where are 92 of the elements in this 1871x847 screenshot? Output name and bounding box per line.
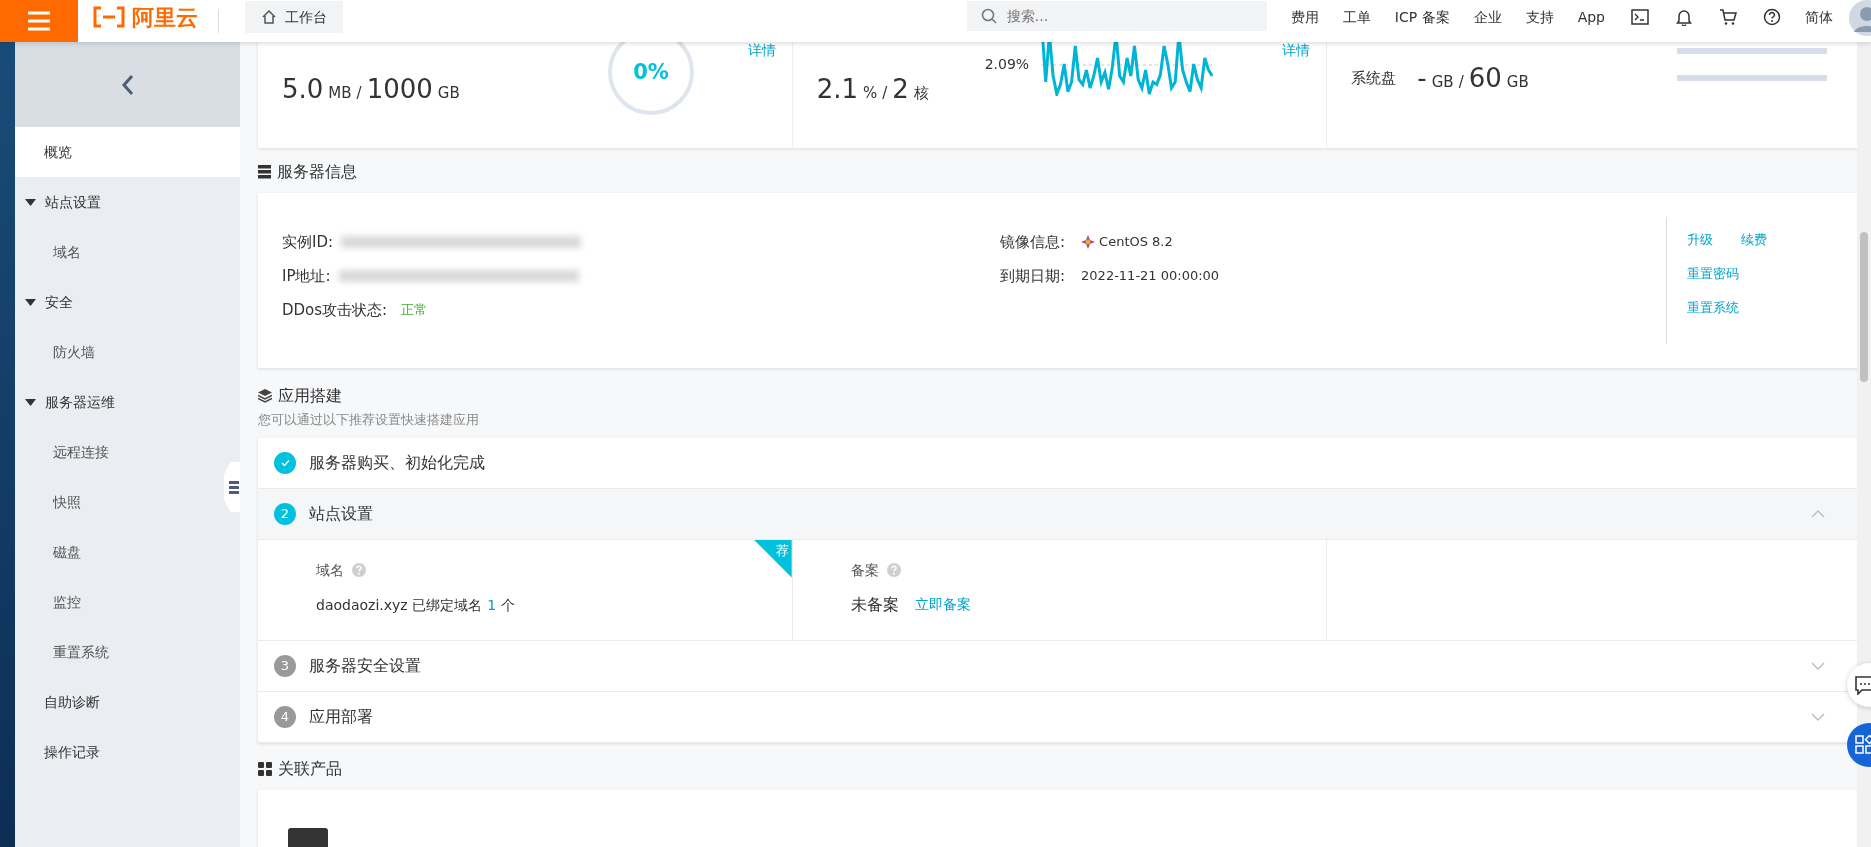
sidebar-item[interactable]: 重置系统 xyxy=(15,627,224,677)
chat-icon xyxy=(1855,675,1871,695)
value-text: 1000 xyxy=(366,73,433,106)
logo-icon xyxy=(92,5,126,29)
sidebar-item[interactable]: 安全 xyxy=(15,277,224,327)
value-text: 5.0 xyxy=(282,73,324,106)
layers-icon xyxy=(258,389,272,403)
field-label: DDos攻击状态: xyxy=(282,299,388,321)
value-text: - xyxy=(1417,61,1427,95)
menu-icon xyxy=(26,10,52,32)
nav-link[interactable]: 企业 xyxy=(1473,6,1502,28)
step-title: 站点设置 xyxy=(309,502,373,525)
unit-text: 核 xyxy=(913,83,929,104)
unit-text: GB xyxy=(437,83,460,104)
nav-link[interactable]: 支持 xyxy=(1525,6,1554,28)
value-text: 60 xyxy=(1468,61,1502,95)
field-label: IP地址: xyxy=(282,265,331,287)
sidebar-item[interactable]: 概览 xyxy=(15,127,240,177)
separator-text: / xyxy=(356,83,362,104)
list-icon xyxy=(228,481,240,494)
terminal-icon[interactable] xyxy=(1631,8,1649,26)
home-icon xyxy=(261,9,277,25)
section-title: 关联产品 xyxy=(278,757,342,780)
value-text: 2.1 xyxy=(816,73,859,106)
domain-text: daodaozi.xyz 已绑定域名 xyxy=(316,595,483,615)
value-text: 2 xyxy=(892,73,909,106)
search-field[interactable]: 搜索... xyxy=(966,1,1267,31)
sidebar-item[interactable]: 服务器运维 xyxy=(15,377,224,427)
step-header[interactable]: 4 应用部署 xyxy=(258,691,1825,742)
sidebar-item[interactable]: 防火墙 xyxy=(15,327,224,377)
step-title: 应用部署 xyxy=(309,705,373,728)
field-label: 域名 xyxy=(316,560,344,580)
unit-text: GB xyxy=(1431,71,1454,93)
sidebar-item[interactable]: 快照 xyxy=(15,477,224,527)
sidebar-item[interactable]: 自助诊断 xyxy=(15,677,224,727)
step-header[interactable]: 3 服务器安全设置 xyxy=(258,640,1825,691)
search-icon xyxy=(980,8,997,24)
unit-text: % xyxy=(863,83,878,104)
language-link[interactable]: 简体 xyxy=(1805,6,1833,28)
section-title: 服务器信息 xyxy=(277,161,357,183)
caret-icon xyxy=(25,397,36,408)
brand-name: 阿里云 xyxy=(132,3,198,32)
help-icon[interactable] xyxy=(1763,8,1781,26)
grid-icon xyxy=(258,761,272,776)
back-icon[interactable] xyxy=(119,73,136,96)
field-label: 实例ID: xyxy=(282,231,334,253)
unit-text: 个 xyxy=(501,595,516,615)
step-header[interactable]: 服务器购买、初始化完成 xyxy=(258,437,1825,488)
field-label: 到期日期: xyxy=(1000,265,1066,287)
sidebar-item[interactable]: 监控 xyxy=(15,577,224,627)
sidebar-item[interactable]: 磁盘 xyxy=(15,527,224,577)
scrollbar[interactable] xyxy=(1857,42,1871,847)
step-title: 服务器安全设置 xyxy=(309,654,421,677)
step-circle: 3 xyxy=(274,654,296,677)
apps-icon xyxy=(1855,735,1871,755)
unit-text: GB xyxy=(1506,71,1529,93)
check-icon xyxy=(280,458,290,467)
field-value: CentOS 8.2 xyxy=(1099,233,1173,252)
sidebar-toggle[interactable] xyxy=(224,462,240,512)
chart-label: 2.09% xyxy=(984,55,1030,74)
section-subtitle: 您可以通过以下推荐设置快速搭建应用 xyxy=(258,411,480,429)
step-circle: 2 xyxy=(274,502,296,525)
step-title: 服务器购买、初始化完成 xyxy=(309,451,485,474)
field-value: 2022-11-21 00:00:00 xyxy=(1081,267,1220,286)
nav-link[interactable]: 费用 xyxy=(1290,6,1319,28)
field-label: 镜像信息: xyxy=(1000,231,1066,253)
menu-button[interactable] xyxy=(0,0,78,42)
sidebar-item[interactable]: 站点设置 xyxy=(15,177,224,227)
nav-link[interactable]: App xyxy=(1577,6,1605,28)
cart-icon[interactable] xyxy=(1719,8,1737,26)
separator-text: / xyxy=(882,83,888,104)
server-icon xyxy=(258,165,271,179)
field-label: 备案 xyxy=(850,560,879,580)
unit-text: MB xyxy=(328,83,352,104)
badge-text: 荐 xyxy=(775,541,789,560)
notification-icon[interactable] xyxy=(1675,8,1693,26)
sidebar-item[interactable]: 操作记录 xyxy=(15,727,224,777)
step-circle: 4 xyxy=(274,705,296,728)
status-text: 正常 xyxy=(401,301,428,320)
filing-status: 未备案 xyxy=(850,593,899,616)
os-icon xyxy=(1081,235,1096,249)
resource-label: 系统盘 xyxy=(1351,67,1398,89)
caret-icon xyxy=(25,297,36,308)
section-title: 应用搭建 xyxy=(278,385,342,407)
separator-text: / xyxy=(1458,71,1464,93)
nav-link[interactable]: 工单 xyxy=(1342,6,1371,28)
gauge-percent: 0% xyxy=(632,59,670,86)
sidebar-item[interactable]: 远程连接 xyxy=(15,427,224,477)
workbench-tab[interactable]: 工作台 xyxy=(245,1,343,33)
caret-icon xyxy=(25,197,36,208)
nav-link[interactable]: ICP 备案 xyxy=(1394,6,1450,28)
sidebar-item[interactable]: 域名 xyxy=(15,227,224,277)
